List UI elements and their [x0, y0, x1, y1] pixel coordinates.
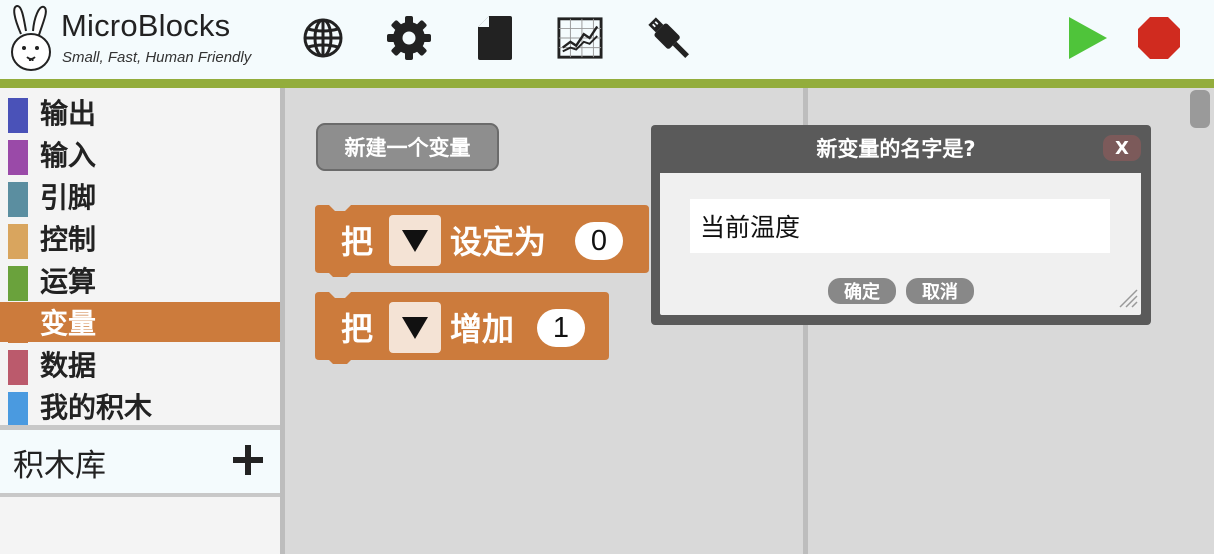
category-color-swatch — [8, 98, 28, 133]
close-button[interactable]: X — [1103, 135, 1141, 161]
category-operators[interactable]: 运算 — [0, 260, 280, 301]
block-label-action: 设定为 — [450, 223, 547, 261]
category-data[interactable]: 数据 — [0, 344, 280, 385]
scrollbar[interactable] — [1190, 90, 1210, 128]
toolbar-divider — [0, 79, 1214, 88]
category-output[interactable]: 输出 — [0, 92, 280, 133]
file-icon[interactable] — [472, 14, 518, 62]
library-label: 积木库 — [13, 448, 106, 484]
category-label: 数据 — [40, 349, 97, 382]
globe-icon[interactable] — [300, 14, 346, 62]
app-title: MicroBlocks — [61, 8, 231, 43]
category-color-swatch — [8, 266, 28, 301]
value-slot[interactable]: 1 — [537, 309, 585, 347]
category-variables[interactable]: 变量 — [0, 302, 280, 343]
palette-divider — [0, 493, 282, 497]
category-color-swatch — [8, 224, 28, 259]
plus-icon — [233, 445, 263, 475]
category-color-swatch — [8, 140, 28, 175]
gear-icon[interactable] — [386, 14, 432, 62]
variable-dropdown[interactable] — [389, 215, 441, 266]
value-slot[interactable]: 0 — [575, 222, 623, 260]
graph-icon[interactable] — [557, 14, 603, 62]
set-variable-block[interactable]: 把 设定为 0 — [315, 205, 649, 277]
top-toolbar: MicroBlocks Small, Fast, Human Friendly — [0, 0, 1214, 79]
dropdown-arrow-icon — [402, 316, 428, 339]
category-my-blocks[interactable]: 我的积木 — [0, 386, 280, 427]
change-variable-block[interactable]: 把 增加 1 — [315, 292, 609, 364]
category-label: 引脚 — [40, 181, 97, 214]
block-label-prefix: 把 — [341, 223, 374, 261]
start-icon[interactable] — [1062, 14, 1112, 62]
variable-name-input[interactable] — [690, 199, 1110, 253]
new-variable-dialog: 新变量的名字是? X 确定 取消 — [651, 125, 1151, 325]
category-pins[interactable]: 引脚 — [0, 176, 280, 217]
bunny-logo-icon — [11, 5, 51, 71]
category-label: 变量 — [40, 307, 97, 340]
stop-icon[interactable] — [1136, 14, 1182, 62]
category-palette: 输出 输入 引脚 控制 运算 变量 数据 我的积木 积木库 — [0, 88, 282, 554]
block-label-action: 增加 — [450, 310, 515, 348]
block-label-prefix: 把 — [341, 310, 374, 348]
cancel-button[interactable]: 取消 — [906, 278, 974, 304]
category-label: 我的积木 — [40, 391, 153, 424]
category-label: 控制 — [40, 223, 97, 256]
category-label: 输入 — [40, 139, 97, 172]
resize-handle-icon[interactable] — [1116, 285, 1138, 309]
ok-button[interactable]: 确定 — [828, 278, 896, 304]
category-label: 运算 — [40, 265, 97, 298]
variable-dropdown[interactable] — [389, 302, 441, 353]
category-color-swatch — [8, 350, 28, 385]
dropdown-arrow-icon — [402, 229, 428, 252]
app-tagline: Small, Fast, Human Friendly — [62, 49, 252, 66]
new-variable-button[interactable]: 新建一个变量 — [316, 123, 499, 171]
category-label: 输出 — [40, 97, 97, 130]
category-color-swatch — [8, 182, 28, 217]
dialog-body: 确定 取消 — [660, 173, 1141, 315]
add-library-button[interactable] — [228, 438, 268, 482]
category-input[interactable]: 输入 — [0, 134, 280, 175]
category-color-swatch — [8, 308, 28, 343]
category-color-swatch — [8, 392, 28, 427]
usb-plug-icon[interactable] — [646, 14, 692, 62]
category-control[interactable]: 控制 — [0, 218, 280, 259]
library-header: 积木库 — [0, 430, 280, 493]
dialog-title: 新变量的名字是? — [816, 137, 976, 161]
